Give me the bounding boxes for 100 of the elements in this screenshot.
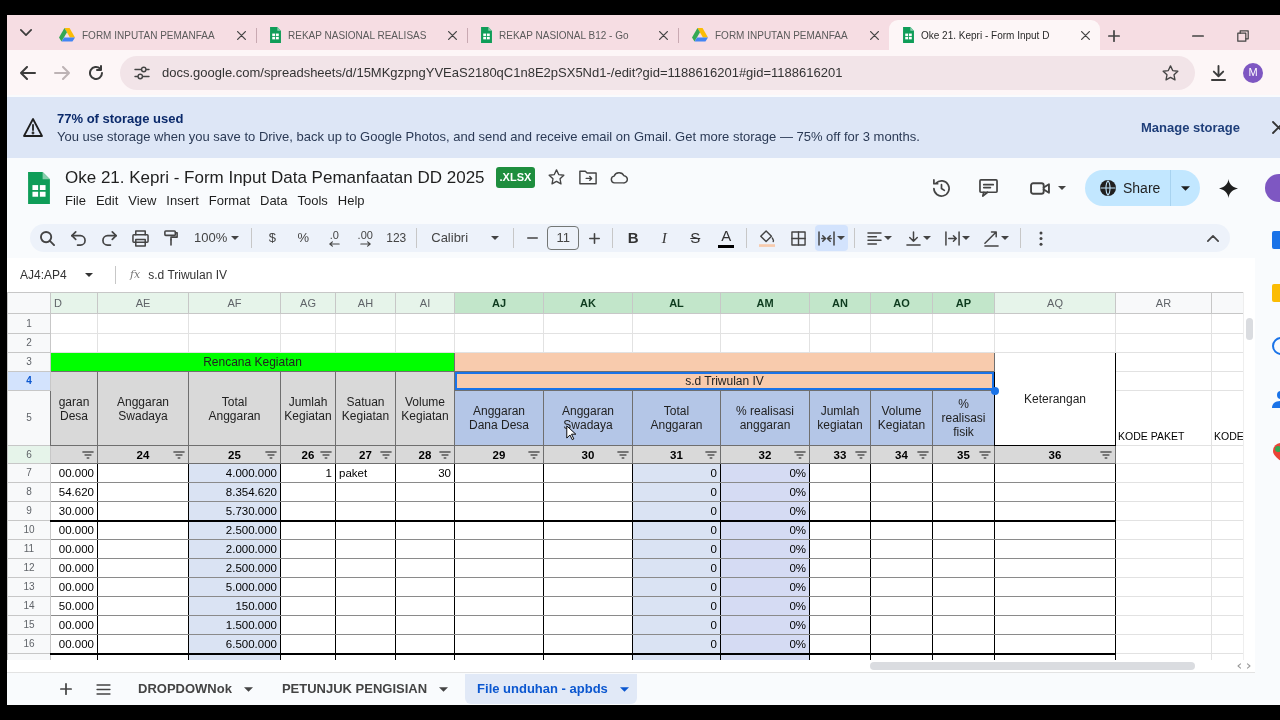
star-icon[interactable]	[548, 169, 566, 186]
menu-item[interactable]: Help	[332, 190, 370, 212]
column-header[interactable]: AJ	[454, 292, 544, 314]
menu-item[interactable]: Format	[203, 190, 255, 212]
search-icon[interactable]	[39, 230, 55, 246]
minus-icon[interactable]	[526, 237, 538, 239]
filter-icon[interactable]	[794, 450, 806, 459]
text-wrap-icon[interactable]	[944, 230, 960, 246]
column-header[interactable]: AH	[335, 292, 396, 314]
menu-item[interactable]: Data	[255, 190, 293, 212]
filter-icon[interactable]	[320, 450, 332, 459]
manage-storage-button[interactable]: Manage storage	[1141, 113, 1240, 142]
maps-app-icon[interactable]	[1272, 443, 1280, 461]
filter-icon[interactable]	[265, 450, 277, 459]
sheet-tab[interactable]: PETUNJUK PENGISIAN	[269, 674, 457, 704]
filter-icon[interactable]	[173, 450, 185, 459]
column-header[interactable]: AK	[543, 292, 633, 314]
sheet-tab[interactable]: File unduhan - apbds	[465, 674, 637, 704]
caret-icon[interactable]	[491, 236, 500, 240]
caret-icon[interactable]	[231, 236, 240, 240]
align-left-icon[interactable]	[866, 231, 882, 245]
browser-tab[interactable]: REKAP NASIONAL B12 - Go	[467, 20, 678, 50]
video-camera-icon[interactable]	[1030, 181, 1050, 195]
close-icon[interactable]	[659, 30, 668, 40]
paint-format-icon[interactable]	[164, 230, 178, 246]
filter-icon[interactable]	[917, 450, 929, 459]
filter-icon[interactable]	[1100, 450, 1112, 459]
tasks-app-icon[interactable]	[1272, 337, 1280, 355]
menu-item[interactable]: Edit	[90, 190, 124, 212]
caret-icon[interactable]	[883, 236, 892, 240]
column-header[interactable]: AP	[932, 292, 995, 314]
font-size-field[interactable]: 11	[547, 226, 580, 250]
font-select[interactable]: Calibri	[423, 225, 508, 251]
column-header[interactable]: AG	[280, 292, 336, 314]
bold-button[interactable]: B	[619, 225, 648, 251]
column-header[interactable]: D	[50, 292, 98, 314]
star-icon[interactable]	[1162, 64, 1179, 81]
filter-icon[interactable]	[855, 450, 867, 459]
caret-icon[interactable]	[837, 236, 846, 240]
close-icon[interactable]	[1272, 121, 1280, 134]
scroll-arrows-icon[interactable]	[1237, 663, 1251, 669]
undo-icon[interactable]	[70, 230, 86, 246]
close-icon[interactable]	[237, 30, 246, 40]
menu-item[interactable]: Insert	[161, 190, 204, 212]
browser-tab[interactable]: Oke 21. Kepri - Form Input D	[889, 20, 1100, 50]
increase-decimals-button[interactable]: .00	[351, 225, 380, 251]
menu-item[interactable]: File	[60, 190, 91, 212]
profile-avatar-icon[interactable]	[1265, 174, 1280, 202]
column-header[interactable]: AQ	[994, 292, 1116, 314]
close-icon[interactable]	[448, 30, 457, 40]
profile-avatar[interactable]: M	[1243, 62, 1263, 83]
close-icon[interactable]	[1081, 30, 1090, 40]
browser-tab[interactable]: FORM INPUTAN PEMANFAA	[45, 20, 256, 50]
scroll-thumb[interactable]	[1246, 318, 1253, 340]
browser-tab[interactable]: REKAP NASIONAL REALISAS	[256, 20, 467, 50]
decrease-decimals-button[interactable]: .0	[320, 225, 349, 251]
menu-item[interactable]: View	[123, 190, 162, 212]
close-icon[interactable]	[870, 30, 879, 40]
column-header[interactable]: AF	[188, 292, 281, 314]
site-settings-icon[interactable]	[134, 65, 150, 80]
column-header[interactable]: AM	[720, 292, 810, 314]
caret-icon[interactable]	[1058, 186, 1066, 190]
selection-handle-icon[interactable]	[990, 386, 999, 395]
comment-icon[interactable]	[978, 179, 998, 197]
spreadsheet-logo-icon[interactable]	[28, 172, 50, 204]
column-header[interactable]: AL	[632, 292, 721, 314]
download-icon[interactable]	[1210, 64, 1226, 81]
currency-format-button[interactable]: $	[258, 225, 287, 251]
more-options-icon[interactable]	[1039, 230, 1044, 246]
fill-color-icon[interactable]	[759, 229, 776, 247]
merge-cells-button[interactable]	[815, 225, 849, 251]
italic-button[interactable]: I	[650, 225, 679, 251]
history-icon[interactable]	[931, 178, 951, 198]
restore-icon[interactable]	[1237, 30, 1249, 42]
caret-icon[interactable]	[922, 236, 931, 240]
scroll-thumb[interactable]	[870, 662, 1195, 670]
plus-icon[interactable]	[1108, 30, 1120, 42]
folder-icon[interactable]	[578, 169, 597, 185]
formula-field[interactable]: s.d Triwulan IV	[148, 266, 227, 284]
column-header[interactable]: AN	[809, 292, 871, 314]
merge-icon[interactable]	[818, 230, 836, 246]
column-header[interactable]: AO	[870, 292, 933, 314]
print-icon[interactable]	[131, 229, 149, 247]
column-header[interactable]: AR	[1115, 292, 1212, 314]
number-format-button[interactable]: 123	[382, 225, 411, 251]
filter-icon[interactable]	[439, 450, 451, 459]
filter-icon[interactable]	[617, 450, 629, 459]
caret-icon[interactable]	[439, 686, 449, 692]
text-rotate-icon[interactable]	[983, 229, 999, 247]
sparkle-icon[interactable]	[1218, 178, 1238, 198]
share-button[interactable]: Share	[1085, 170, 1200, 206]
address-bar[interactable]: docs.google.com/spreadsheets/d/15MKgzpngYVEaS2180qC1n8E2pSX5Nd1-/edit?gid=1188616201#gid=1188616201	[120, 55, 1195, 90]
filter-icon[interactable]	[528, 450, 540, 459]
text-color-button[interactable]: A	[712, 225, 741, 251]
row-header[interactable]: 1	[7, 313, 51, 334]
all-sheets-menu-icon[interactable]	[95, 683, 111, 695]
column-header[interactable]: AI	[395, 292, 455, 314]
document-title[interactable]: Oke 21. Kepri - Form Input Data Pemanfaatan DD 2025	[65, 164, 485, 190]
redo-icon[interactable]	[101, 230, 117, 246]
contacts-app-icon[interactable]	[1272, 390, 1280, 408]
